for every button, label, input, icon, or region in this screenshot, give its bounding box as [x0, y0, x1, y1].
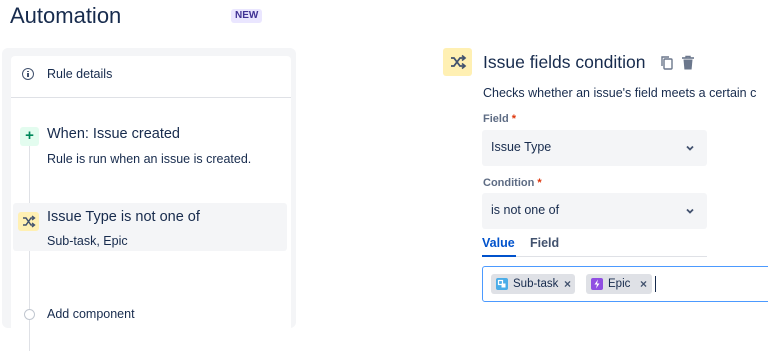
epic-icon: [591, 278, 603, 290]
shuffle-icon: [443, 48, 472, 76]
trigger-description: Rule is run when an issue is created.: [47, 152, 252, 166]
remove-chip-icon[interactable]: ×: [564, 277, 571, 291]
trigger-title: When: Issue created: [47, 126, 180, 142]
trash-icon[interactable]: [680, 54, 696, 72]
condition-title: Issue Type is not one of: [47, 209, 200, 225]
tab-field[interactable]: Field: [530, 236, 559, 250]
condition-select-value: is not one of: [491, 203, 560, 217]
active-tab-indicator: [482, 255, 516, 257]
chip-epic: Epic ×: [586, 274, 652, 294]
rule-panel: Rule details + When: Issue created Rule …: [2, 48, 296, 351]
shuffle-icon: [18, 212, 39, 231]
rule-card: Rule details + When: Issue created Rule …: [11, 56, 291, 351]
value-multiselect[interactable]: Sub-task × Epic ×: [482, 266, 768, 302]
detail-title: Issue fields condition: [483, 52, 646, 72]
copy-icon[interactable]: [659, 54, 675, 72]
rule-details-label: Rule details: [47, 67, 113, 81]
condition-item[interactable]: Issue Type is not one of Sub-task, Epic: [13, 203, 287, 251]
chip-label: Epic: [608, 277, 631, 290]
chip-sub-task: Sub-task ×: [491, 274, 575, 294]
chevron-down-icon: [685, 205, 695, 215]
new-badge: NEW: [231, 9, 263, 23]
detail-description: Checks whether an issue's field meets a …: [483, 86, 757, 100]
remove-chip-icon[interactable]: ×: [640, 277, 647, 291]
field-select-value: Issue Type: [491, 140, 552, 154]
plus-icon: +: [20, 127, 39, 146]
field-select[interactable]: Issue Type: [482, 130, 707, 166]
subtask-icon: [496, 278, 508, 290]
add-component-dot: [24, 309, 35, 320]
add-component-label: Add component: [47, 307, 135, 321]
chip-label: Sub-task: [513, 277, 559, 290]
tab-value[interactable]: Value: [482, 236, 515, 250]
condition-select[interactable]: is not one of: [482, 193, 707, 229]
condition-description: Sub-task, Epic: [47, 234, 128, 248]
rule-details-item[interactable]: Rule details: [11, 56, 291, 98]
info-icon: [22, 68, 34, 80]
condition-label: Condition *: [483, 177, 542, 189]
text-caret: [655, 276, 656, 292]
field-label: Field *: [483, 113, 517, 125]
chevron-down-icon: [685, 142, 695, 152]
page-title: Automation: [10, 3, 122, 28]
